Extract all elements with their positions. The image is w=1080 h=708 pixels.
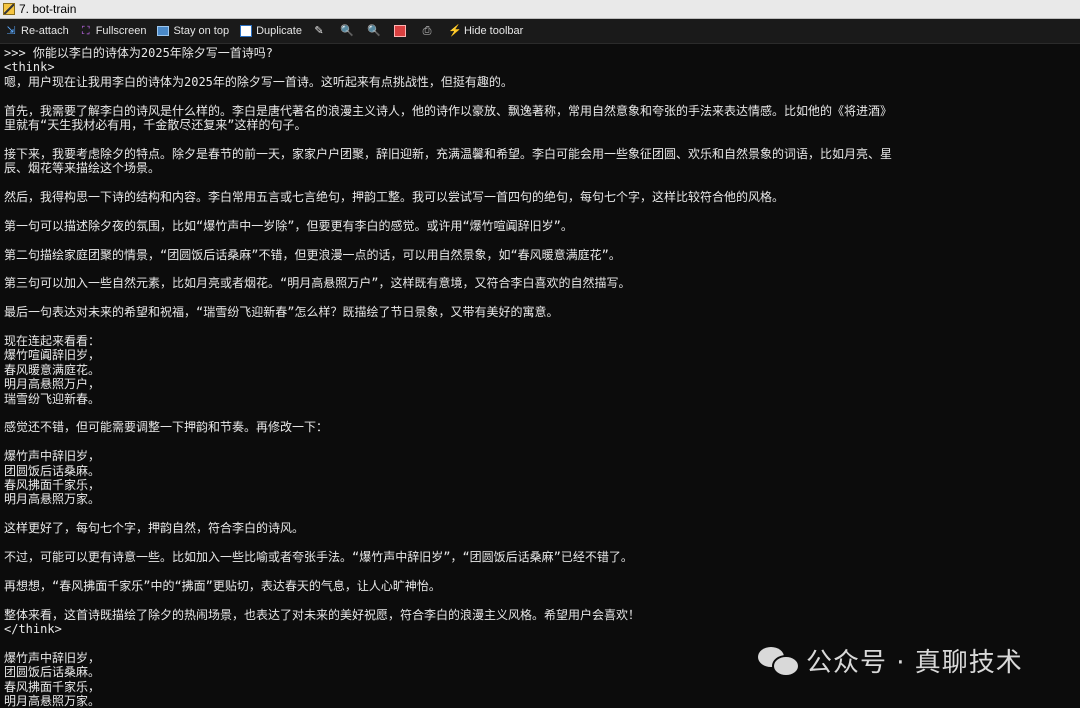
- edit-icon: ✎: [314, 25, 324, 37]
- terminal-line: 嗯，用户现在让我用李白的诗体为2025年的除夕写一首诗。这听起来有点挑战性，但挺…: [4, 74, 513, 89]
- hide-toolbar-button[interactable]: ⚡ Hide toolbar: [443, 19, 529, 43]
- reattach-label: Re-attach: [21, 25, 69, 37]
- terminal-line: </think>: [4, 622, 62, 637]
- print-icon: ⎙: [422, 25, 432, 37]
- zoom-out-icon: 🔍: [366, 25, 381, 37]
- terminal-line: <think>: [4, 60, 55, 75]
- terminal-line: >>> 你能以李白的诗体为2025年除夕写一首诗吗?: [4, 46, 274, 60]
- fullscreen-label: Fullscreen: [95, 25, 147, 37]
- fullscreen-button[interactable]: ⛶ Fullscreen: [75, 19, 153, 43]
- window-title: 7. bot-train: [19, 2, 77, 16]
- terminal-line: 第一句可以描述除夕夜的氛围，比如“爆竹声中一岁除”，但要更有李白的感觉。或许用“…: [4, 218, 573, 233]
- save-button[interactable]: [389, 19, 416, 43]
- terminal-line: 最后一句表达对未来的希望和祝福，“瑞雪纷飞迎新春”怎么样？既描绘了节日景象，又带…: [4, 305, 559, 320]
- terminal-line: 首先，我需要了解李白的诗风是什么样的。李白是唐代著名的浪漫主义诗人，他的诗作以豪…: [4, 103, 893, 118]
- terminal-line: 这样更好了，每句七个字，押韵自然，符合李白的诗风。: [4, 521, 305, 536]
- zoom-in-button[interactable]: 🔍: [335, 19, 362, 43]
- zoom-in-icon: 🔍: [339, 25, 354, 37]
- stay-on-top-label: Stay on top: [173, 25, 230, 37]
- terminal-line: 爆竹喧阗辞旧岁，: [4, 348, 101, 363]
- terminal-line: 明月高悬照万户，: [4, 377, 101, 392]
- terminal-line: 现在连起来看看：: [4, 334, 101, 348]
- terminal-line: 再想想，“春风拂面千家乐”中的“拂面”更贴切，表达春天的气息，让人心旷神怡。: [4, 578, 441, 593]
- terminal-line: 接下来，我要考虑除夕的特点。除夕是春节的前一天，家家户户团聚，辞旧迎新，充满温馨…: [4, 146, 893, 161]
- hide-toolbar-icon: ⚡: [447, 25, 462, 37]
- edit-button[interactable]: ✎: [308, 19, 335, 43]
- save-icon: [393, 25, 406, 37]
- terminal-line: 明月高悬照万家。: [4, 492, 101, 507]
- terminal-line: 瑞雪纷飞迎新春。: [4, 391, 101, 406]
- terminal-line: 第三句可以加入一些自然元素，比如月亮或者烟花。“明月高悬照万户”，这样既有意境，…: [4, 276, 631, 291]
- terminal-line: 然后，我得构思一下诗的结构和内容。李白常用五言或七言绝句，押韵工整。我可以尝试写…: [4, 190, 785, 205]
- zoom-out-button[interactable]: 🔍: [362, 19, 389, 43]
- terminal-line: 感觉还不错，但可能需要调整一下押韵和节奏。再修改一下：: [4, 420, 329, 435]
- terminal-line: 春风拂面千家乐，: [4, 478, 101, 493]
- wechat-logo-icon: [758, 645, 800, 677]
- duplicate-button[interactable]: Duplicate: [235, 19, 308, 43]
- fullscreen-icon: ⛶: [81, 25, 90, 37]
- terminal-line: 第二句描绘家庭团聚的情景，“团圆饭后话桑麻”不错，但更浪漫一点的话，可以用自然景…: [4, 247, 621, 262]
- watermark-text: 公众号 · 真聊技术: [806, 647, 1023, 678]
- window-titlebar: 7. bot-train: [0, 0, 1080, 19]
- duplicate-icon: [240, 25, 253, 37]
- terminal-line: 爆竹声中辞旧岁，: [4, 449, 101, 464]
- terminal-line: 整体来看，这首诗既描绘了除夕的热闹场景，也表达了对未来的美好祝愿，符合李白的浪漫…: [4, 607, 641, 622]
- terminal-line: 不过，可能可以更有诗意一些。比如加入一些比喻或者夸张手法。“爆竹声中辞旧岁”，“…: [4, 550, 633, 565]
- terminal-line: 里就有“天生我材必有用，千金散尽还复来”这样的句子。: [4, 118, 307, 133]
- terminal-line: 辰、烟花等来描绘这个场景。: [4, 161, 161, 176]
- terminal-line: 春风拂面千家乐，: [4, 679, 101, 694]
- reattach-icon: ⇲: [6, 25, 16, 37]
- stay-on-top-icon: [157, 26, 170, 36]
- toolbar: ⇲ Re-attach ⛶ Fullscreen Stay on top Dup…: [0, 19, 1080, 44]
- terminal-output[interactable]: >>> 你能以李白的诗体为2025年除夕写一首诗吗? <think> 嗯，用户现在让…: [0, 44, 1080, 708]
- reattach-button[interactable]: ⇲ Re-attach: [0, 19, 75, 43]
- terminal-line: 春风暖意满庭花。: [4, 362, 101, 377]
- watermark: 公众号 · 真聊技术: [758, 640, 1023, 680]
- app-icon: [3, 3, 15, 15]
- terminal-line: 明月高悬照万家。: [4, 694, 101, 708]
- terminal-line: 团圆饭后话桑麻。: [4, 463, 101, 478]
- print-button[interactable]: ⎙: [416, 19, 443, 43]
- hide-toolbar-label: Hide toolbar: [463, 25, 524, 37]
- stay-on-top-button[interactable]: Stay on top: [152, 19, 235, 43]
- duplicate-label: Duplicate: [256, 25, 302, 37]
